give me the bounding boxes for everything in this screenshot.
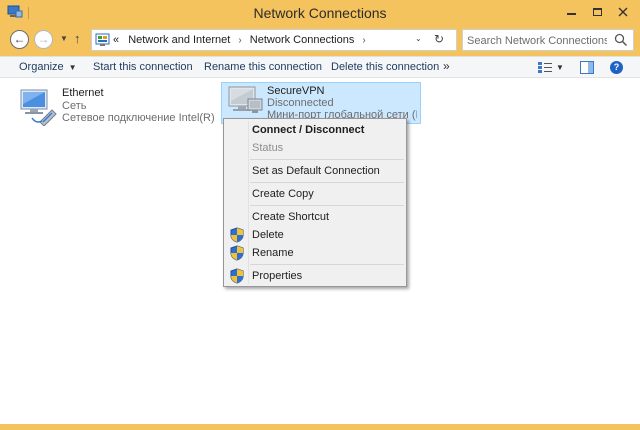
delete-connection-button[interactable]: Delete this connection <box>331 61 439 73</box>
address-bar[interactable]: « Network and Internet › Network Connect… <box>91 29 457 51</box>
navigation-bar: ← → ▼ ↑ « Network and Internet › Network… <box>0 26 640 56</box>
menu-item-label: Create Copy <box>252 188 314 200</box>
up-button[interactable]: ↑ <box>74 31 81 46</box>
rename-connection-button[interactable]: Rename this connection <box>204 61 322 73</box>
recent-locations-button[interactable]: ▼ <box>60 34 68 43</box>
menu-separator <box>250 264 404 265</box>
refresh-icon: ↻ <box>434 32 445 46</box>
menu-separator <box>250 182 404 183</box>
chevron-down-icon: ▼ <box>556 63 564 72</box>
control-panel-icon <box>95 33 110 46</box>
search-input[interactable] <box>467 33 607 48</box>
menu-item-delete[interactable]: Delete <box>226 226 404 244</box>
back-button[interactable]: ← <box>10 30 29 49</box>
view-options-button[interactable]: ▼ <box>556 63 564 72</box>
menu-item-label: Connect / Disconnect <box>252 124 365 136</box>
menu-item-set-default[interactable]: Set as Default Connection <box>226 162 404 180</box>
help-icon[interactable]: ? <box>610 61 623 74</box>
connection-status: Сеть <box>62 100 87 112</box>
forward-button[interactable]: → <box>34 30 53 49</box>
organize-button[interactable]: Organize ▼ <box>19 61 77 73</box>
menu-item-status: Status <box>226 139 404 157</box>
chevron-down-icon: ⌄ <box>415 34 422 43</box>
close-button[interactable] <box>609 0 637 22</box>
menu-item-label: Status <box>252 142 284 154</box>
menu-item-connect-disconnect[interactable]: Connect / Disconnect <box>226 121 404 139</box>
menu-item-create-copy[interactable]: Create Copy <box>226 185 404 203</box>
breadcrumb-separator-icon[interactable]: › <box>362 35 365 46</box>
maximize-icon <box>592 7 602 16</box>
minimize-icon <box>566 12 576 15</box>
connection-device: Сетевое подключение Intel(R) P... <box>62 112 218 124</box>
menu-separator <box>250 159 404 160</box>
menu-item-label: Properties <box>252 270 303 282</box>
preview-pane-icon[interactable] <box>580 61 594 74</box>
menu-item-rename[interactable]: Rename <box>226 244 404 262</box>
search-box[interactable] <box>462 29 634 51</box>
connection-status: Disconnected <box>267 97 334 109</box>
search-icon[interactable] <box>614 33 628 47</box>
breadcrumb-overflow[interactable]: « <box>113 34 119 46</box>
connection-name: Ethernet <box>62 87 104 99</box>
more-commands-button[interactable]: » <box>443 59 450 73</box>
ethernet-adapter-icon <box>20 89 57 126</box>
connection-name: SecureVPN <box>267 85 325 97</box>
address-dropdown-button[interactable]: ⌄ <box>415 34 422 43</box>
connection-item-ethernet[interactable]: Ethernet Сеть Сетевое подключение Intel(… <box>14 85 218 129</box>
context-menu: Connect / Disconnect Status Set as Defau… <box>223 118 407 287</box>
breadcrumb-separator-icon[interactable]: › <box>238 35 241 46</box>
maximize-button[interactable] <box>583 0 611 22</box>
chevron-down-icon: ▼ <box>60 34 68 43</box>
menu-item-label: Create Shortcut <box>252 211 330 223</box>
close-icon <box>618 7 628 17</box>
title-bar: Network Connections <box>0 0 640 26</box>
back-arrow-icon: ← <box>13 32 26 46</box>
breadcrumb-network-and-internet[interactable]: Network and Internet <box>128 34 230 46</box>
up-arrow-icon: ↑ <box>74 31 81 46</box>
change-view-icon[interactable] <box>537 61 553 74</box>
menu-item-label: Rename <box>252 247 294 259</box>
window-title: Network Connections <box>253 5 387 21</box>
menu-item-label: Set as Default Connection <box>252 165 380 177</box>
window-bottom-border <box>0 424 640 430</box>
breadcrumb-network-connections[interactable]: Network Connections <box>250 34 355 46</box>
command-bar: Organize ▼ Start this connection Rename t… <box>0 56 640 78</box>
start-connection-button[interactable]: Start this connection <box>93 61 193 73</box>
menu-item-create-shortcut[interactable]: Create Shortcut <box>226 208 404 226</box>
window: Network Connections ← → ▼ ↑ « Network an… <box>0 0 640 430</box>
forward-arrow-icon: → <box>37 32 50 46</box>
breadcrumb: « Network and Internet › Network Connect… <box>113 34 371 46</box>
organize-label: Organize <box>19 61 64 73</box>
menu-separator <box>250 205 404 206</box>
uac-shield-icon <box>230 245 244 261</box>
chevron-down-icon: ▼ <box>68 63 77 72</box>
uac-shield-icon <box>230 227 244 243</box>
minimize-button[interactable] <box>557 0 585 22</box>
menu-item-label: Delete <box>252 229 284 241</box>
refresh-button[interactable]: ↻ <box>434 32 444 46</box>
uac-shield-icon <box>230 268 244 284</box>
menu-item-properties[interactable]: Properties <box>226 267 404 285</box>
